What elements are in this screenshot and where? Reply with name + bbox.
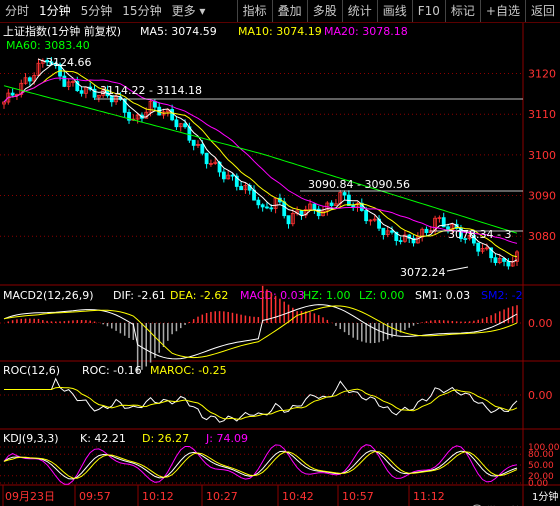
candle-body — [204, 152, 209, 165]
tab-4[interactable]: 更多 ▾ — [167, 0, 211, 22]
annotation-3078: 3078.34 - 3 — [448, 228, 511, 241]
main-y-tick-3: 3090 — [528, 190, 556, 203]
candle-body — [170, 109, 175, 121]
macd-value-3: HZ: 1.00 — [303, 289, 351, 302]
macd-value-0: DIF: -2.61 — [113, 289, 166, 302]
time-label-5: 10:57 — [342, 490, 374, 503]
toolbar-button-8[interactable]: 返回 — [524, 0, 560, 22]
annotation-high-arrow — [37, 58, 47, 63]
toolbar-button-6[interactable]: 标记 — [444, 0, 480, 22]
macd-value-5: SM1: 0.03 — [415, 289, 470, 302]
annotation-3114: 3114.22 - 3114.18 — [100, 84, 202, 97]
main-y-tick-1: 3110 — [528, 108, 556, 121]
toolbar-button-0[interactable]: 指标 — [236, 0, 272, 22]
kdj-value-1: D: 26.27 — [142, 432, 189, 445]
annotation-low-arrow — [446, 266, 469, 272]
time-label-2: 10:12 — [142, 490, 174, 503]
kdj-title: KDJ(9,3,3) — [3, 432, 59, 445]
ma60-line — [3, 85, 518, 234]
time-unit-label: 1分钟 — [532, 490, 558, 503]
candle-body — [476, 242, 481, 252]
kdj-value-2: J: 74.09 — [205, 432, 248, 445]
toolbar-button-7[interactable]: +自选 — [479, 0, 525, 22]
macd-value-6: SM2: -2 — [481, 289, 523, 302]
kdj-y-tick-2: 50.00 — [528, 461, 554, 471]
candle-body — [329, 202, 334, 206]
candle-body — [381, 227, 386, 236]
candle-body — [10, 92, 15, 96]
macd-value-1: DEA: -2.62 — [170, 289, 228, 302]
macd-dea-line — [3, 305, 518, 359]
candle-body — [152, 101, 157, 108]
kdj-y-tick-4: 0.00 — [528, 479, 548, 489]
toolbar-button-5[interactable]: F10 — [411, 0, 445, 22]
time-label-4: 10:42 — [282, 490, 314, 503]
candle-body — [424, 228, 429, 233]
tab-1[interactable]: 1分钟 — [34, 0, 76, 22]
candle-body — [191, 139, 196, 146]
toolbar: 分时 1分钟 5分钟 15分钟 更多 ▾ 指标 叠加 多股 统计 画线 F10 标记 +自选 返回 — [0, 0, 560, 23]
toolbar-button-2[interactable]: 多股 — [306, 0, 342, 22]
ma-label-3: MA60: 3083.40 — [6, 39, 90, 52]
main-y-tick-4: 3080 — [528, 230, 556, 243]
candle-body — [506, 261, 511, 267]
toolbar-button-4[interactable]: 画线 — [376, 0, 412, 22]
candle-body — [239, 186, 244, 191]
main-y-tick-0: 3120 — [528, 68, 556, 81]
kdj-value-0: K: 42.21 — [80, 432, 126, 445]
macd-title: MACD2(12,26,9) — [3, 289, 94, 302]
time-label-0: 09月23日 — [5, 490, 55, 503]
maroc-line — [4, 386, 518, 420]
tab-2[interactable]: 5分钟 — [76, 0, 118, 22]
time-label-6: 11:12 — [413, 490, 445, 503]
candle-body — [351, 205, 356, 208]
candle-body — [200, 144, 205, 154]
candle-body — [342, 192, 347, 196]
candle-body — [265, 206, 269, 209]
candle-body — [260, 204, 265, 208]
kdj-y-tick-1: 80.00 — [528, 450, 554, 460]
toolbar-button-3[interactable]: 统计 — [341, 0, 377, 22]
candle-body — [398, 240, 403, 242]
annotation-3090: 3090.84 - 3090.56 — [308, 178, 410, 191]
roc-y-tick: 0.00 — [528, 389, 553, 402]
candle-body — [183, 123, 187, 128]
macd-value-2: MACD: 0.03 — [240, 289, 305, 302]
candle-body — [269, 207, 274, 210]
candle-body — [27, 77, 32, 82]
tab-0[interactable]: 分时 — [0, 0, 34, 22]
ma-label-2: MA20: 3078.18 — [324, 25, 408, 38]
time-label-1: 09:57 — [79, 490, 111, 503]
candle-body — [286, 215, 291, 225]
candle-body — [62, 75, 67, 87]
candle-body — [299, 210, 304, 216]
macd-value-4: LZ: 0.00 — [359, 289, 404, 302]
macd-dif-line — [3, 304, 518, 360]
candle-body — [312, 203, 317, 210]
candle-body — [390, 230, 394, 233]
roc-line — [4, 377, 518, 423]
candle-body — [221, 171, 226, 180]
chart-area: 3120 3110 3100 3090 3080 上证指数(1分钟 前复权) MA5: 30… — [0, 23, 560, 506]
annotation-low: 3072.24 — [400, 266, 446, 279]
time-label-3: 10:27 — [206, 490, 238, 503]
candle-body — [364, 210, 369, 222]
roc-value-1: MAROC: -0.25 — [150, 364, 227, 377]
ma-label-1: MA10: 3074.19 — [238, 25, 322, 38]
main-y-tick-2: 3100 — [528, 149, 556, 162]
candle-body — [493, 257, 498, 264]
candle-body — [282, 201, 287, 217]
roc-title: ROC(12,6) — [3, 364, 60, 377]
candle-body — [174, 119, 179, 128]
tab-3[interactable]: 15分钟 — [117, 0, 166, 22]
annotation-high: 3124.66 — [46, 56, 92, 69]
candle-body — [256, 199, 261, 206]
macd-y-tick: 0.00 — [528, 317, 553, 330]
toolbar-button-1[interactable]: 叠加 — [271, 0, 307, 22]
ma-label-0: MA5: 3074.59 — [140, 25, 217, 38]
candle-body — [79, 90, 84, 94]
roc-value-0: ROC: -0.16 — [82, 364, 142, 377]
main-title: 上证指数(1分钟 前复权) — [3, 24, 121, 38]
candle-body — [230, 174, 235, 177]
